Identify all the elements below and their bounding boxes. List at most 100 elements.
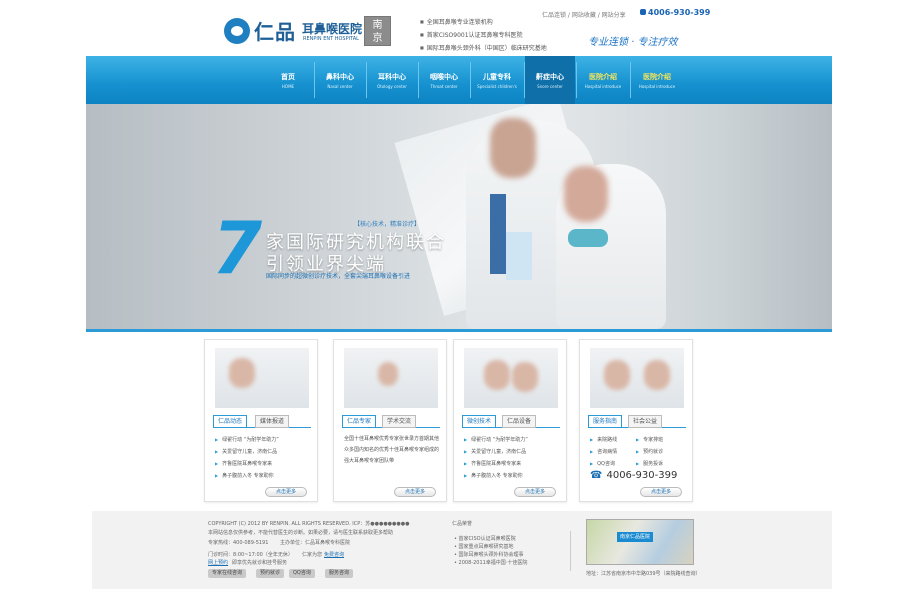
phone-icon	[640, 9, 646, 15]
nav-label: 耳科中心	[378, 73, 406, 81]
honor-text: 2008-2011幸福中国·十佳医院	[458, 560, 528, 566]
nav-label: 鼾症中心	[536, 73, 564, 81]
brand-english: RENPIN ENT HOSPITAL	[303, 36, 359, 42]
logo-icon[interactable]	[224, 18, 250, 44]
banner-divider	[86, 329, 832, 332]
honor-item: • 2008-2011幸福中国·十佳医院	[454, 560, 528, 566]
list-item[interactable]: 关爱留守儿童，济南仁品	[464, 446, 560, 458]
tab-media[interactable]: 媒体报道	[255, 415, 290, 428]
face-blurred	[378, 362, 398, 386]
service-links-left: 来院路线 咨询病情 QQ咨询	[590, 434, 638, 470]
card-tabs: 仁品专家 学术交流	[342, 414, 440, 428]
free-consult-link[interactable]: 免费咨询	[324, 551, 344, 558]
service-link[interactable]: 咨询病情	[590, 446, 638, 458]
city-badge[interactable]: 南 京	[364, 16, 391, 46]
service-links-right: 专家排班 预约就诊 服务投诉	[636, 434, 684, 470]
nav-label-en: Hospital introduce	[638, 84, 676, 89]
expert-consult-button[interactable]: 专家在线咨询	[208, 569, 247, 578]
top-links[interactable]: 仁品连锁 / 网站收藏 / 网站分享	[542, 10, 626, 19]
tab-equipment[interactable]: 仁品设备	[502, 415, 537, 428]
tab-service-guide[interactable]: 服务指南	[588, 415, 623, 428]
more-button[interactable]: 点击更多	[514, 487, 556, 497]
honor-text: 国际耳鼻喉头颈外科协会理事	[458, 552, 524, 558]
service-link[interactable]: 预约就诊	[636, 446, 684, 458]
tab-technology[interactable]: 微创技术	[462, 415, 497, 428]
service-phone-number: 4006-930-399	[606, 470, 678, 481]
doctor-tie	[490, 194, 506, 274]
nav-label-en: Throat center	[430, 84, 458, 89]
location-map[interactable]: 南京仁品医院	[586, 519, 694, 565]
hero-banner[interactable]: 7 【核心技术，精准诊疗】 家国际研究机构联合 引领业界尖端 国际同步的超微创诊…	[86, 104, 832, 329]
honor-item: • 首家CISO认证耳鼻喉医院	[454, 536, 516, 542]
nav-divider	[630, 62, 631, 98]
service-link[interactable]: QQ咨询	[590, 458, 638, 470]
card-image[interactable]	[215, 348, 309, 408]
card-image[interactable]	[590, 348, 684, 408]
card-image[interactable]	[344, 348, 438, 408]
name-tag	[506, 232, 532, 280]
list-item[interactable]: 绿翟行动 “为耐学年助力”	[215, 434, 311, 446]
site-header: 仁品 耳鼻喉医院 RENPIN ENT HOSPITAL 南 京 全国耳鼻喉专业…	[0, 0, 913, 56]
nav-item-otology[interactable]: 耳科中心 Otology center	[368, 56, 416, 104]
service-link[interactable]: 专家排班	[636, 434, 684, 446]
nav-label-en: Nasal center	[327, 84, 353, 89]
nav-item-nasal[interactable]: 鼻科中心 Nasal center	[316, 56, 364, 104]
brand-name[interactable]: 仁品	[254, 16, 296, 45]
city-line1: 南	[372, 20, 383, 31]
service-link[interactable]: 来院路线	[590, 434, 638, 446]
nav-label-en: Hospital introduce	[584, 84, 622, 89]
more-button[interactable]: 点击更多	[394, 487, 436, 497]
online-booking-link[interactable]: 网上预约	[208, 559, 228, 566]
surgical-mask	[568, 229, 608, 247]
honor-text: 国家重点耳鼻喉研究基地	[458, 544, 514, 550]
nurse-face-blurred	[564, 166, 608, 222]
nav-item-children[interactable]: 儿童专科 Specialist children's	[472, 56, 522, 104]
card-tabs: 微创技术 仁品设备	[462, 414, 560, 428]
appointment-button[interactable]: 预约就诊	[256, 569, 285, 578]
nav-item-throat[interactable]: 咽喉中心 Throat center	[420, 56, 468, 104]
experts-card: 仁品专家 学术交流 全国十佳耳鼻喉优秀专家张世录方首期其他众多国内知名的优秀十佳…	[333, 339, 447, 502]
nav-item-hospital-intro-2[interactable]: 医院介绍 Hospital introduce	[632, 56, 682, 104]
nav-label: 首页	[281, 73, 295, 81]
service-consult-button[interactable]: 服务咨询	[325, 569, 354, 578]
list-item[interactable]: 鼻子腹前入冬 专家助你	[464, 470, 560, 482]
nav-label-en: HOME	[281, 84, 295, 89]
header-phone-number: 4006-930-399	[648, 8, 711, 17]
list-item[interactable]: 关爱留守儿童，济南仁品	[215, 446, 311, 458]
tab-experts[interactable]: 仁品专家	[342, 415, 377, 428]
face-blurred	[229, 358, 255, 388]
main-nav: 首页 HOME 鼻科中心 Nasal center 耳科中心 Otology cent…	[86, 56, 832, 104]
qq-consult-button[interactable]: QQ咨询	[289, 569, 315, 578]
nav-label-en: Otology center	[377, 84, 407, 89]
list-item[interactable]: 鼻子腹前入冬 专家助你	[215, 470, 311, 482]
service-link[interactable]: 服务投诉	[636, 458, 684, 470]
nav-item-hospital-intro[interactable]: 医院介绍 Hospital introduce	[578, 56, 628, 104]
tab-charity[interactable]: 社会公益	[628, 415, 663, 428]
honor-item: • 国际耳鼻喉头颈外科协会理事	[454, 552, 524, 558]
more-button[interactable]: 点击更多	[640, 487, 682, 497]
slogan: 专业连锁 · 专注疗效	[588, 37, 678, 48]
tab-news[interactable]: 仁品动态	[213, 415, 248, 428]
banner-subtext: 国际同步的超微创诊疗技术，全套尖端耳鼻喉设备引进	[266, 273, 411, 280]
nav-divider	[576, 62, 577, 98]
brand-hospital: 耳鼻喉医院	[302, 22, 363, 36]
hotline: 专家热线：400-089-5191	[208, 540, 269, 546]
online-booking-text: 即享优先就诊和挂号服务	[232, 560, 288, 566]
service-card: 服务指南 社会公益 来院路线 咨询病情 QQ咨询 专家排班 预约就诊 服务投诉 …	[579, 339, 693, 502]
nav-label-en: Snore center	[537, 84, 563, 89]
address[interactable]: 地址：江苏省南京市中华路039号（来院路线查询）	[586, 570, 701, 577]
site-footer: COPYRIGHT (C) 2012 BY RENPIN. ALL RIGHTS…	[92, 511, 832, 589]
nav-item-home[interactable]: 首页 HOME	[264, 56, 312, 104]
list-item[interactable]: 齐鲁医院耳鼻喉专家来	[464, 458, 560, 470]
list-item[interactable]: 齐鲁医院耳鼻喉专家来	[215, 458, 311, 470]
card-image[interactable]	[464, 348, 558, 408]
experts-description: 全国十佳耳鼻喉优秀专家张世录方首期其他众多国内知名的优秀十佳耳鼻喉专家组成的强大…	[344, 436, 440, 464]
card-list: 绿翟行动 “为耐学年助力” 关爱留守儿童，济南仁品 齐鲁医院耳鼻喉专家来 鼻子腹…	[464, 434, 560, 482]
nav-item-snore[interactable]: 鼾症中心 Snore center	[525, 56, 575, 104]
tab-academic[interactable]: 学术交流	[382, 415, 417, 428]
face-blurred	[484, 360, 510, 390]
news-card: 仁品动态 媒体报道 绿翟行动 “为耐学年助力” 关爱留守儿童，济南仁品 齐鲁医院…	[204, 339, 318, 502]
list-item[interactable]: 绿翟行动 “为耐学年助力”	[464, 434, 560, 446]
more-button[interactable]: 点击更多	[265, 487, 307, 497]
highlight-item: 全国耳鼻喉专业连锁机构	[420, 17, 493, 26]
